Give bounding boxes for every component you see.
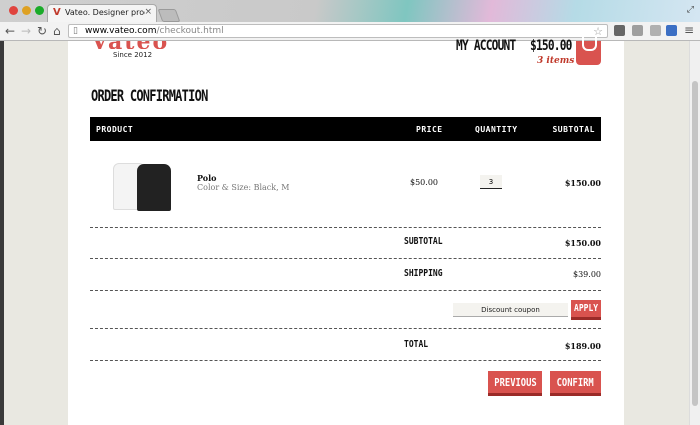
- maximize-window-button[interactable]: [35, 6, 44, 15]
- subtotal-value: $150.00: [564, 238, 601, 248]
- url-host: www.vateo.com: [85, 26, 157, 36]
- bag-handle: [582, 37, 597, 51]
- minimize-window-button[interactable]: [22, 6, 31, 15]
- page-icon: ▯: [73, 26, 78, 36]
- extension-icon[interactable]: [666, 25, 677, 36]
- total-value: $189.00: [564, 341, 601, 351]
- my-account-link[interactable]: MY ACCOUNT: [456, 38, 516, 54]
- logo-text: Vateo: [91, 41, 169, 49]
- left-edge: [0, 41, 4, 425]
- close-window-button[interactable]: [9, 6, 18, 15]
- product-name[interactable]: Polo: [197, 173, 217, 183]
- shipping-value: $39.00: [573, 270, 601, 279]
- logo[interactable]: Vateo: [91, 41, 177, 49]
- reload-icon[interactable]: ↻: [37, 24, 47, 38]
- product-subtotal: $150.00: [564, 178, 601, 188]
- confirm-button[interactable]: CONFIRM: [550, 371, 601, 396]
- fullscreen-icon[interactable]: ⤢: [687, 5, 694, 15]
- cart-items-count[interactable]: 3 items: [537, 56, 574, 66]
- divider: [90, 360, 601, 361]
- shopping-bag-icon[interactable]: [576, 37, 601, 65]
- subtotal-label: SUBTOTAL: [404, 236, 443, 247]
- extension-icon[interactable]: [614, 25, 625, 36]
- divider: [90, 290, 601, 291]
- table-header: PRODUCT PRICE QUANTITY SUBTOTAL: [90, 117, 601, 141]
- home-icon[interactable]: ⌂: [53, 24, 61, 38]
- divider: [90, 328, 601, 329]
- tab-close-icon[interactable]: ×: [144, 7, 152, 17]
- column-header-subtotal: SUBTOTAL: [552, 125, 595, 134]
- confirm-label: CONFIRM: [556, 375, 595, 389]
- extension-icon[interactable]: [650, 25, 661, 36]
- browser-titlebar: V Vateo. Designer products × ⤢: [0, 0, 700, 22]
- divider: [90, 258, 601, 259]
- back-arrow-icon[interactable]: ←: [5, 24, 15, 38]
- page-title: ORDER CONFIRMATION: [91, 86, 208, 105]
- previous-label: PREVIOUS: [493, 375, 537, 389]
- quantity-input[interactable]: [480, 175, 502, 189]
- account-total: $150.00: [530, 38, 572, 54]
- tab-title: Vateo. Designer products: [65, 8, 145, 17]
- url-text[interactable]: www.vateo.com/checkout.html: [85, 26, 224, 36]
- apply-label: APPLY: [574, 303, 599, 314]
- product-price: $50.00: [410, 178, 438, 187]
- column-header-product: PRODUCT: [96, 125, 134, 134]
- url-path: /checkout.html: [156, 26, 224, 36]
- total-label: TOTAL: [404, 339, 429, 350]
- extension-icon[interactable]: [632, 25, 643, 36]
- forward-arrow-icon[interactable]: →: [21, 24, 31, 38]
- scrollbar[interactable]: [689, 41, 700, 425]
- black-polo-image: [137, 164, 171, 211]
- previous-button[interactable]: PREVIOUS: [488, 371, 542, 396]
- scrollbar-thumb[interactable]: [692, 81, 698, 406]
- column-header-quantity: QUANTITY: [475, 125, 518, 134]
- new-tab-button[interactable]: [157, 9, 181, 22]
- address-bar[interactable]: ▯ www.vateo.com/checkout.html ☆: [68, 24, 608, 38]
- browser-tab[interactable]: V Vateo. Designer products ×: [47, 4, 157, 22]
- product-image[interactable]: [113, 163, 171, 211]
- since-text: Since 2012: [113, 51, 153, 59]
- apply-coupon-button[interactable]: APPLY: [571, 300, 601, 320]
- column-header-price: PRICE: [416, 125, 443, 134]
- menu-icon[interactable]: ≡: [684, 23, 694, 37]
- vateo-favicon-icon: V: [53, 7, 61, 18]
- divider: [90, 227, 601, 228]
- product-variant: Color & Size: Black, M: [197, 183, 290, 192]
- shipping-label: SHIPPING: [404, 268, 443, 279]
- discount-coupon-input[interactable]: [453, 303, 568, 317]
